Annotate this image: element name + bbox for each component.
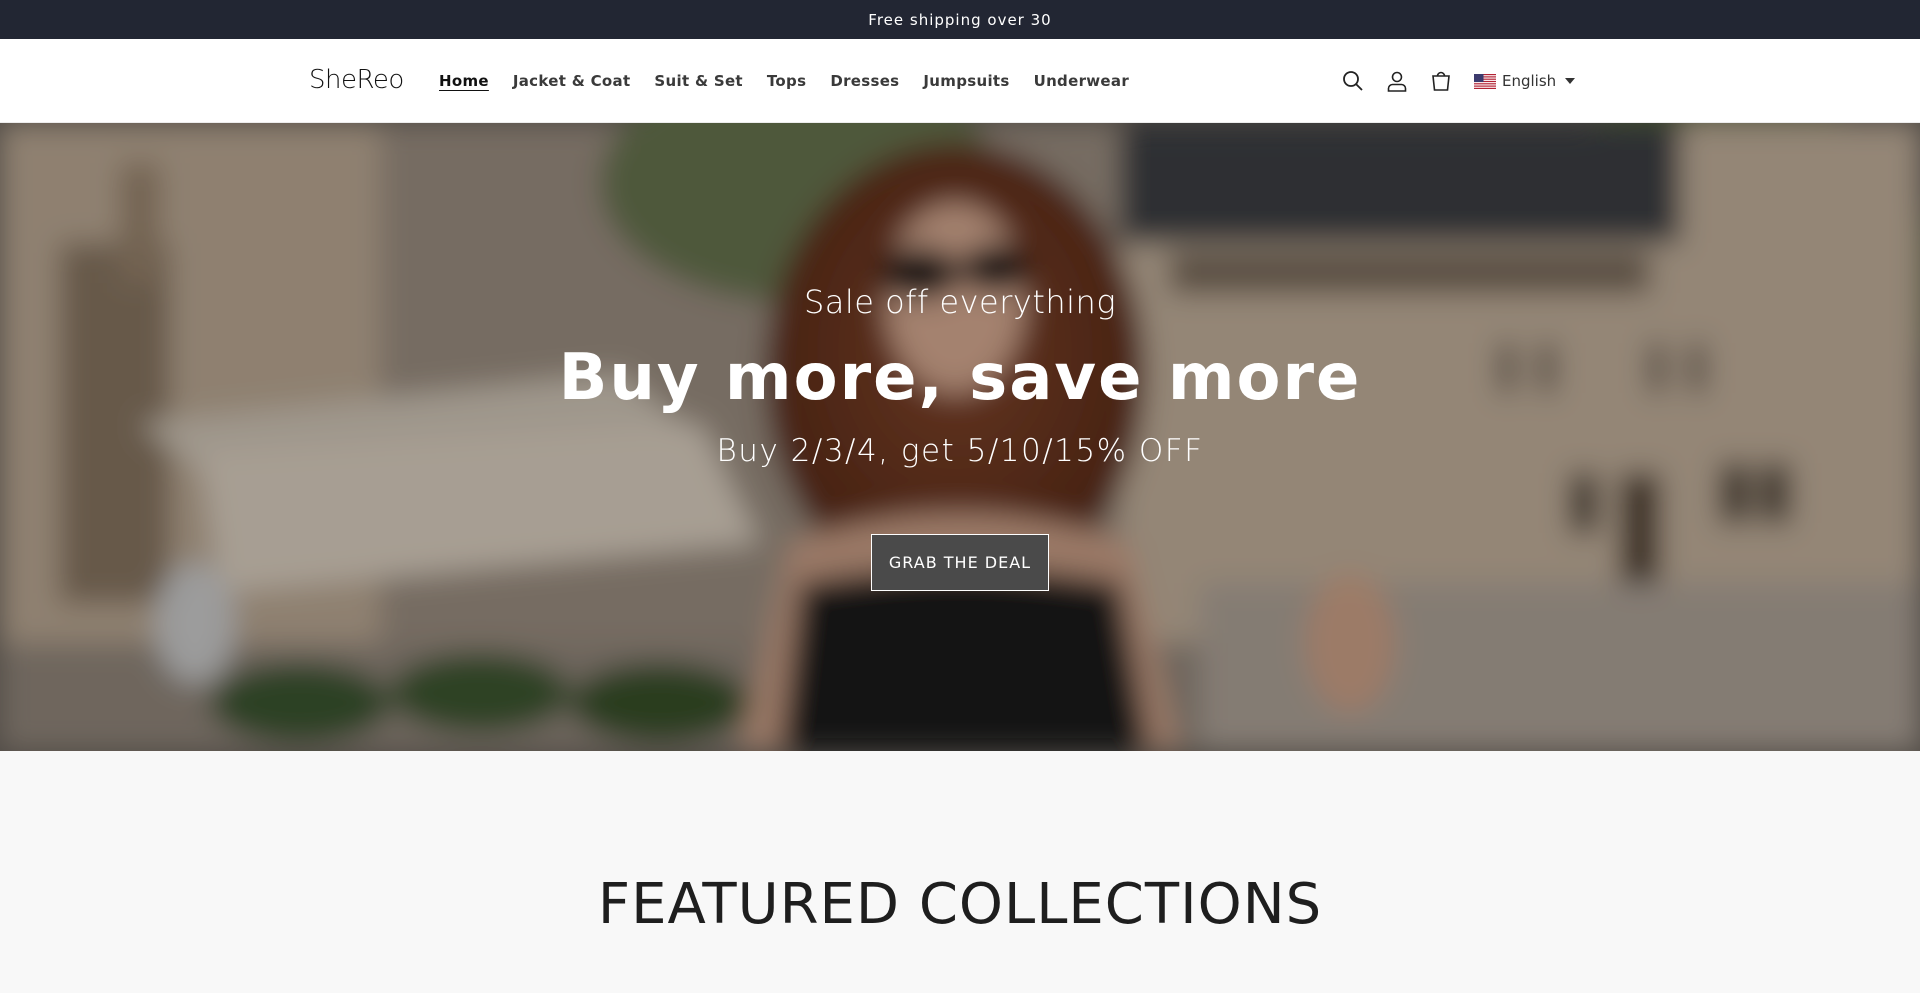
nav-item-tops[interactable]: Tops — [767, 72, 806, 90]
nav-item-underwear[interactable]: Underwear — [1034, 72, 1129, 90]
announcement-bar: Free shipping over 30 — [0, 0, 1920, 39]
announcement-text: Free shipping over 30 — [868, 10, 1052, 29]
nav-item-home[interactable]: Home — [439, 72, 489, 90]
language-selector[interactable]: English — [1474, 67, 1576, 95]
nav-item-jumpsuits[interactable]: Jumpsuits — [923, 72, 1009, 90]
account-icon[interactable] — [1383, 67, 1411, 95]
nav-item-suit-set[interactable]: Suit & Set — [654, 72, 742, 90]
site-logo[interactable]: SheReo — [309, 65, 404, 95]
cart-icon[interactable] — [1427, 67, 1455, 95]
hero-title: Buy more, save more — [558, 341, 1362, 415]
search-icon[interactable] — [1339, 67, 1367, 95]
nav-item-jacket-coat[interactable]: Jacket & Coat — [513, 72, 631, 90]
nav-item-dresses[interactable]: Dresses — [830, 72, 899, 90]
site-header: SheReo Home Jacket & Coat Suit & Set Top… — [0, 39, 1920, 123]
us-flag-icon — [1474, 73, 1496, 89]
language-label: English — [1502, 72, 1557, 90]
hero-content: Sale off everything Buy more, save more … — [0, 123, 1920, 751]
hero-banner: Sale off everything Buy more, save more … — [0, 123, 1920, 751]
hero-kicker: Sale off everything — [803, 283, 1117, 321]
hero-subtitle: Buy 2/3/4, get 5/10/15% OFF — [716, 433, 1204, 469]
featured-collections-heading: FEATURED COLLECTIONS — [597, 872, 1323, 937]
grab-deal-button[interactable]: GRAB THE DEAL — [871, 534, 1049, 591]
chevron-down-icon — [1565, 78, 1576, 84]
main-nav: Home Jacket & Coat Suit & Set Tops Dress… — [439, 39, 1153, 123]
